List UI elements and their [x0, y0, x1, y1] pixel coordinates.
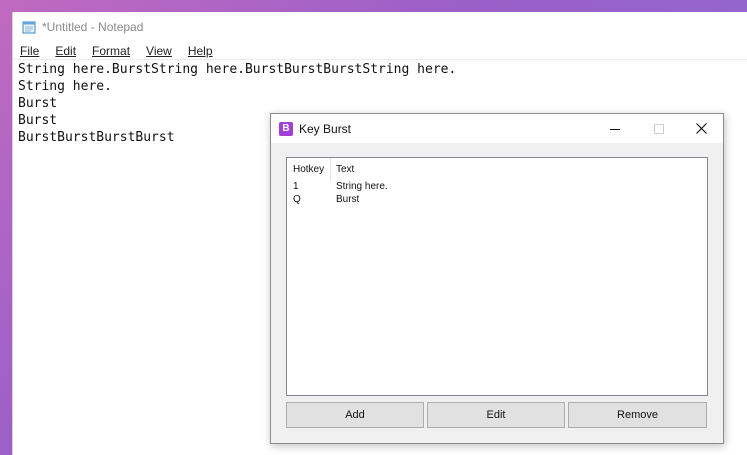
menu-edit-label: Edit	[55, 43, 77, 58]
close-icon	[695, 123, 707, 134]
menu-help-label: Help	[187, 43, 213, 58]
menu-file-label: File	[20, 43, 40, 58]
key-burst-dialog: B Key Burst Hotkey Text 1 String here. Q…	[270, 113, 724, 444]
menu-view[interactable]: View	[146, 44, 180, 58]
dialog-title: Key Burst	[299, 121, 352, 136]
remove-button[interactable]: Remove	[568, 402, 707, 428]
menu-format[interactable]: Format	[92, 44, 138, 58]
menu-help[interactable]: Help	[188, 44, 221, 58]
notepad-icon	[22, 21, 36, 34]
list-row[interactable]: 1 String here.	[287, 180, 707, 193]
maximize-icon	[654, 123, 664, 134]
notepad-titlebar[interactable]: *Untitled - Notepad	[13, 12, 747, 42]
edit-button[interactable]: Edit	[427, 402, 565, 428]
list-header: Hotkey Text	[287, 158, 707, 180]
close-button[interactable]	[679, 114, 723, 143]
menu-format-label: Format	[92, 43, 131, 58]
minimize-icon	[610, 128, 620, 130]
list-row[interactable]: Q Burst	[287, 193, 707, 206]
menu-view-label: View	[146, 43, 172, 58]
maximize-button[interactable]	[637, 114, 681, 143]
row-hotkey: Q	[293, 194, 301, 205]
minimize-button[interactable]	[593, 114, 637, 143]
key-burst-logo-icon: B	[279, 121, 293, 136]
column-header-hotkey[interactable]: Hotkey	[287, 158, 331, 180]
dialog-titlebar[interactable]: B Key Burst	[271, 114, 723, 143]
row-hotkey: 1	[293, 181, 299, 192]
menu-edit[interactable]: Edit	[55, 44, 84, 58]
menu-file[interactable]: File	[20, 44, 47, 58]
row-text: String here.	[336, 181, 388, 192]
notepad-title: *Untitled - Notepad	[42, 20, 144, 34]
add-button[interactable]: Add	[286, 402, 424, 428]
column-header-text[interactable]: Text	[331, 158, 354, 180]
row-text: Burst	[336, 194, 360, 205]
hotkey-list[interactable]: Hotkey Text 1 String here. Q Burst	[286, 157, 708, 396]
notepad-menubar: File Edit Format View Help	[13, 42, 747, 60]
